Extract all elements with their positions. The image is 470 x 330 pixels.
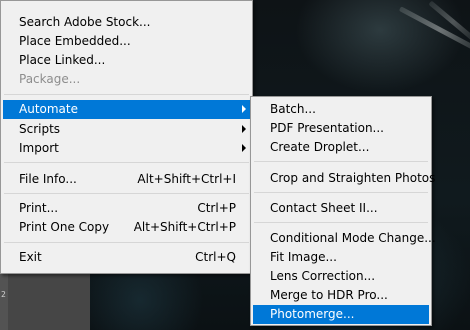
menu-separator	[4, 94, 249, 95]
menu-item-label: Create Droplet...	[270, 140, 370, 154]
menu-item-exit[interactable]: Exit Ctrl+Q	[3, 248, 250, 267]
menu-item-shortcut: Ctrl+Q	[195, 250, 236, 264]
menu-item-label: Scripts	[19, 122, 61, 136]
menu-item-shortcut: Alt+Shift+Ctrl+P	[133, 220, 236, 234]
submenu-item-lens-correction[interactable]: Lens Correction...	[253, 267, 429, 286]
submenu-item-create-droplet[interactable]: Create Droplet...	[253, 138, 429, 157]
menu-item-import[interactable]: Import	[3, 139, 250, 158]
menu-item-label: Contact Sheet II...	[270, 201, 378, 215]
menu-item-label: PDF Presentation...	[270, 121, 384, 135]
menu-separator	[254, 222, 428, 223]
menu-item-label: Package...	[19, 72, 81, 86]
submenu-item-batch[interactable]: Batch...	[253, 100, 429, 119]
menu-separator	[4, 242, 249, 243]
menu-item-label: Place Embedded...	[19, 34, 131, 48]
menu-item-label: File Info...	[19, 172, 77, 186]
menu-item-label: Fit Image...	[270, 250, 337, 264]
menu-item-search-adobe-stock[interactable]: Search Adobe Stock...	[3, 13, 250, 32]
menu-item-package: Package...	[3, 70, 250, 89]
menu-item-place-embedded[interactable]: Place Embedded...	[3, 32, 250, 51]
submenu-item-merge-to-hdr-pro[interactable]: Merge to HDR Pro...	[253, 286, 429, 305]
ruler-mark: 2	[1, 290, 6, 299]
submenu-item-pdf-presentation[interactable]: PDF Presentation...	[253, 119, 429, 138]
submenu-arrow-icon	[242, 125, 246, 133]
submenu-item-photomerge[interactable]: Photomerge...	[253, 305, 429, 324]
submenu-item-contact-sheet[interactable]: Contact Sheet II...	[253, 199, 429, 218]
menu-item-automate[interactable]: Automate	[3, 100, 250, 119]
automate-submenu: Batch... PDF Presentation... Create Drop…	[250, 96, 436, 326]
menu-item-label: Import	[19, 141, 59, 155]
menu-item-label: Place Linked...	[19, 53, 106, 67]
menu-item-label: Photomerge...	[270, 307, 355, 321]
menu-item-label: Automate	[19, 102, 78, 116]
submenu-arrow-icon	[242, 144, 246, 152]
menu-item-file-info[interactable]: File Info... Alt+Shift+Ctrl+I	[3, 170, 250, 189]
menu-item-print[interactable]: Print... Ctrl+P	[3, 199, 250, 218]
menu-item-label: Print One Copy	[19, 220, 110, 234]
menu-item-label: Conditional Mode Change...	[270, 231, 436, 245]
menu-separator	[4, 193, 249, 194]
menu-separator	[254, 192, 428, 193]
menu-item-shortcut: Alt+Shift+Ctrl+I	[137, 172, 236, 186]
menu-item-label: Batch...	[270, 102, 316, 116]
menu-item-place-linked[interactable]: Place Linked...	[3, 51, 250, 70]
menu-item-label: Print...	[19, 201, 59, 215]
menu-separator	[254, 161, 428, 162]
file-menu: Search Adobe Stock... Place Embedded... …	[0, 0, 253, 274]
menu-separator	[4, 162, 249, 163]
menu-item-label: Crop and Straighten Photos	[270, 171, 436, 185]
menu-item-label: Lens Correction...	[270, 269, 376, 283]
menu-item-scripts[interactable]: Scripts	[3, 120, 250, 139]
menu-item-shortcut: Ctrl+P	[197, 201, 236, 215]
submenu-item-conditional-mode-change[interactable]: Conditional Mode Change...	[253, 229, 436, 248]
menu-item-label: Exit	[19, 250, 42, 264]
menu-item-print-one-copy[interactable]: Print One Copy Alt+Shift+Ctrl+P	[3, 218, 250, 237]
submenu-item-crop-and-straighten[interactable]: Crop and Straighten Photos	[253, 169, 435, 188]
menu-item-label: Search Adobe Stock...	[19, 15, 151, 29]
submenu-item-fit-image[interactable]: Fit Image...	[253, 248, 429, 267]
submenu-arrow-icon	[242, 105, 246, 113]
menu-item-label: Merge to HDR Pro...	[270, 288, 388, 302]
